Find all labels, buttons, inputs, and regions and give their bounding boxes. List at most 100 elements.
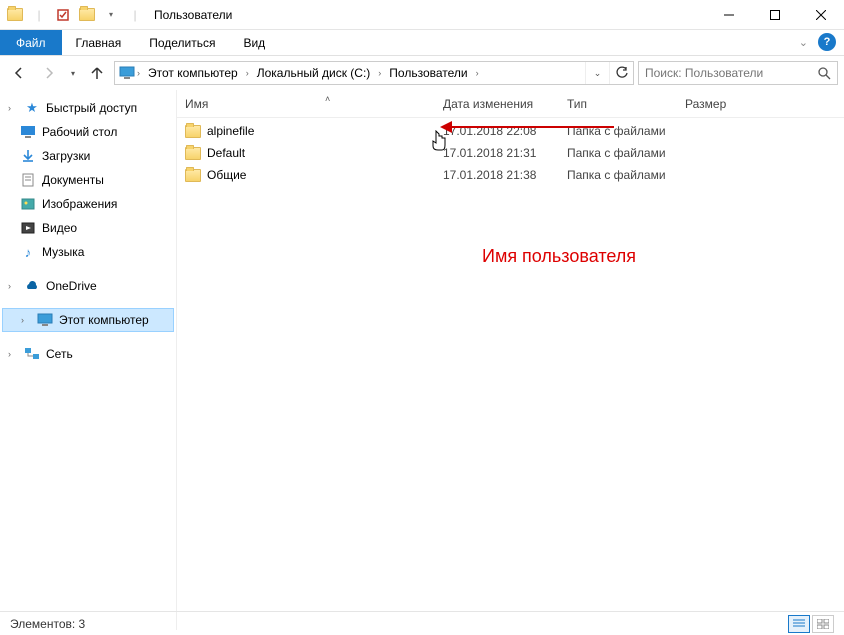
- qat-dropdown[interactable]: ▾: [100, 4, 122, 26]
- sidebar-item-desktop[interactable]: Рабочий стол: [0, 120, 176, 144]
- file-name: Default: [207, 146, 245, 160]
- documents-icon: [20, 172, 36, 188]
- annotation-text: Имя пользователя: [482, 246, 636, 267]
- folder-icon: [185, 169, 201, 182]
- file-name: Общие: [207, 168, 246, 182]
- column-size[interactable]: Размер: [685, 97, 775, 111]
- sidebar-item-label: Документы: [42, 173, 104, 187]
- chevron-right-icon[interactable]: ›: [135, 68, 142, 78]
- chevron-right-icon[interactable]: ›: [376, 68, 383, 78]
- tab-share[interactable]: Поделиться: [135, 30, 229, 55]
- window-title: Пользователи: [146, 8, 232, 22]
- address-bar: ▾ › Этот компьютер › Локальный диск (C:)…: [0, 56, 844, 90]
- folder-icon: [185, 125, 201, 138]
- file-row[interactable]: alpinefile 17.01.2018 22:08 Папка с файл…: [177, 120, 844, 142]
- sidebar-item-label: Сеть: [46, 347, 73, 361]
- file-row[interactable]: Общие 17.01.2018 21:38 Папка с файлами: [177, 164, 844, 186]
- chevron-right-icon[interactable]: ›: [21, 315, 31, 325]
- close-button[interactable]: [798, 0, 844, 30]
- chevron-right-icon[interactable]: ›: [244, 68, 251, 78]
- file-list: Имя˄ Дата изменения Тип Размер alpinefil…: [177, 90, 844, 630]
- desktop-icon: [20, 124, 36, 140]
- sidebar-item-label: Загрузки: [42, 149, 90, 163]
- column-type[interactable]: Тип: [567, 97, 685, 111]
- ribbon-collapse-icon[interactable]: ⌄: [799, 36, 808, 49]
- sidebar-quick-access[interactable]: › ★ Быстрый доступ: [0, 96, 176, 120]
- sidebar-item-label: Быстрый доступ: [46, 101, 137, 115]
- chevron-right-icon[interactable]: ›: [474, 68, 481, 78]
- search-icon[interactable]: [817, 66, 831, 80]
- sidebar-item-label: Музыка: [42, 245, 84, 259]
- pictures-icon: [20, 196, 36, 212]
- sidebar-item-label: Изображения: [42, 197, 117, 211]
- videos-icon: [20, 220, 36, 236]
- breadcrumb-users[interactable]: Пользователи: [383, 62, 473, 84]
- file-type: Папка с файлами: [567, 146, 685, 160]
- sidebar-item-videos[interactable]: Видео: [0, 216, 176, 240]
- forward-button[interactable]: [36, 60, 62, 86]
- search-box[interactable]: [638, 61, 838, 85]
- view-icons-button[interactable]: [812, 615, 834, 633]
- sidebar-item-documents[interactable]: Документы: [0, 168, 176, 192]
- breadcrumb-drive[interactable]: Локальный диск (C:): [251, 62, 377, 84]
- file-date: 17.01.2018 21:38: [443, 168, 567, 182]
- help-icon[interactable]: ?: [818, 33, 836, 51]
- tab-home[interactable]: Главная: [62, 30, 136, 55]
- column-headers: Имя˄ Дата изменения Тип Размер: [177, 90, 844, 118]
- qat-properties-button[interactable]: [52, 4, 74, 26]
- quick-access-toolbar: | ▾ |: [0, 4, 146, 26]
- pc-icon: [119, 65, 135, 81]
- folder-icon: [185, 147, 201, 160]
- content-area: › ★ Быстрый доступ Рабочий стол Загрузки…: [0, 90, 844, 630]
- cursor-pointer-icon: [430, 130, 448, 152]
- qat-separator: |: [28, 4, 50, 26]
- pc-icon: [37, 312, 53, 328]
- ribbon-tabs: Файл Главная Поделиться Вид ⌄ ?: [0, 30, 844, 56]
- annotation-arrow: [444, 126, 614, 128]
- view-details-button[interactable]: [788, 615, 810, 633]
- sidebar-item-label: Видео: [42, 221, 77, 235]
- file-type: Папка с файлами: [567, 168, 685, 182]
- search-input[interactable]: [645, 66, 817, 80]
- history-dropdown[interactable]: ▾: [66, 60, 80, 86]
- sidebar-onedrive[interactable]: › OneDrive: [0, 274, 176, 298]
- address-dropdown[interactable]: ⌄: [585, 62, 609, 84]
- sidebar-item-label: Рабочий стол: [42, 125, 117, 139]
- qat-newfolder-button[interactable]: [76, 4, 98, 26]
- window-controls: [706, 0, 844, 30]
- file-date: 17.01.2018 21:31: [443, 146, 567, 160]
- address-field[interactable]: › Этот компьютер › Локальный диск (C:) ›…: [114, 61, 634, 85]
- cloud-icon: [24, 278, 40, 294]
- minimize-button[interactable]: [706, 0, 752, 30]
- maximize-button[interactable]: [752, 0, 798, 30]
- folder-icon: [4, 4, 26, 26]
- chevron-right-icon[interactable]: ›: [8, 281, 18, 291]
- chevron-right-icon[interactable]: ›: [8, 349, 18, 359]
- file-name: alpinefile: [207, 124, 254, 138]
- sidebar-item-music[interactable]: ♪Музыка: [0, 240, 176, 264]
- sidebar-this-pc[interactable]: › Этот компьютер: [2, 308, 174, 332]
- file-rows: alpinefile 17.01.2018 22:08 Папка с файл…: [177, 118, 844, 186]
- file-row[interactable]: Default 17.01.2018 21:31 Папка с файлами: [177, 142, 844, 164]
- status-bar: Элементов: 3: [0, 611, 844, 635]
- tab-view[interactable]: Вид: [229, 30, 279, 55]
- back-button[interactable]: [6, 60, 32, 86]
- sidebar-item-downloads[interactable]: Загрузки: [0, 144, 176, 168]
- sort-indicator-icon: ˄: [325, 94, 330, 104]
- sidebar-item-pictures[interactable]: Изображения: [0, 192, 176, 216]
- star-icon: ★: [24, 100, 40, 116]
- downloads-icon: [20, 148, 36, 164]
- tab-file[interactable]: Файл: [0, 30, 62, 55]
- title-bar: | ▾ | Пользователи: [0, 0, 844, 30]
- column-name[interactable]: Имя˄: [185, 97, 443, 111]
- up-button[interactable]: [84, 60, 110, 86]
- sidebar-item-label: OneDrive: [46, 279, 97, 293]
- chevron-right-icon[interactable]: ›: [8, 103, 18, 113]
- refresh-button[interactable]: [609, 62, 633, 84]
- navigation-pane: › ★ Быстрый доступ Рабочий стол Загрузки…: [0, 90, 177, 630]
- sidebar-network[interactable]: › Сеть: [0, 342, 176, 366]
- breadcrumb-thispc[interactable]: Этот компьютер: [142, 62, 244, 84]
- sidebar-item-label: Этот компьютер: [59, 313, 149, 327]
- network-icon: [24, 346, 40, 362]
- column-date[interactable]: Дата изменения: [443, 97, 567, 111]
